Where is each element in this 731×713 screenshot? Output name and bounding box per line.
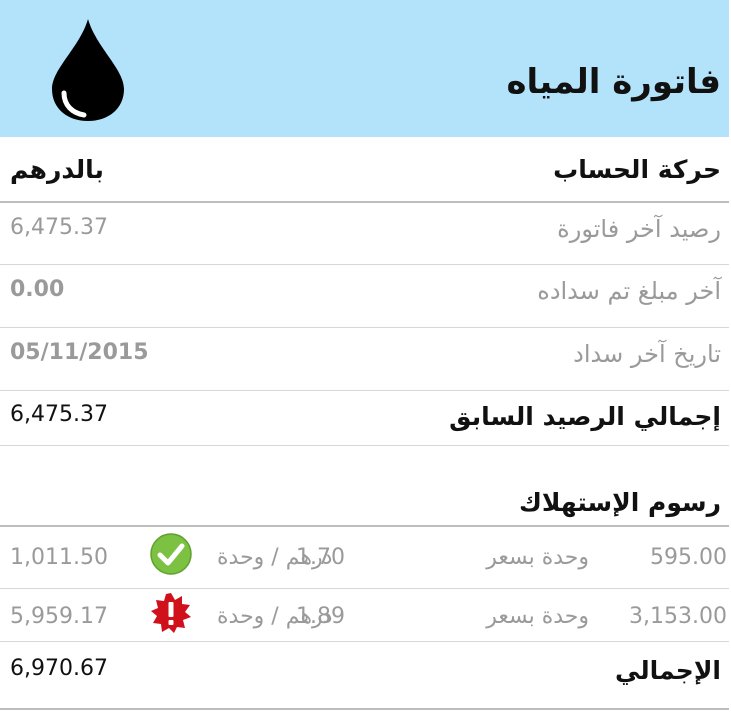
tier-amount: 5,959.17: [10, 604, 108, 629]
tier-unit-label: درهم / وحدة: [217, 604, 333, 629]
divider: [0, 708, 729, 710]
divider: [0, 264, 729, 265]
divider: [0, 390, 729, 391]
alert-badge-icon: [151, 593, 191, 633]
divider: [0, 327, 729, 328]
account-heading: حركة الحساب: [553, 155, 721, 184]
tier-units: 595.00: [650, 545, 727, 570]
table-row: 595.00 وحدة بسعر 1.70 درهم / وحدة 1,011.…: [0, 528, 729, 588]
page-title: فاتورة المياه: [506, 62, 721, 102]
water-drop-icon: [52, 19, 124, 121]
consumption-total: الإجمالي 6,970.67: [0, 656, 729, 696]
list-item: رصيد آخر فاتورة 6,475.37: [0, 215, 729, 255]
total-label: الإجمالي: [614, 656, 721, 685]
divider: [0, 641, 729, 642]
divider: [0, 201, 729, 203]
divider: [0, 525, 729, 527]
tier-unit-label: درهم / وحدة: [217, 545, 333, 570]
list-item: تاريخ آخر سداد 05/11/2015: [0, 340, 729, 380]
tier-rate-label: وحدة بسعر: [486, 604, 589, 629]
currency-label: بالدرهم: [10, 155, 104, 184]
tier-amount: 1,011.50: [10, 545, 108, 570]
total-value: 6,475.37: [10, 402, 108, 427]
list-item: آخر مبلغ تم سداده 0.00: [0, 277, 729, 317]
divider: [0, 588, 729, 589]
tier-units: 3,153.00: [629, 604, 727, 629]
row-value: 6,475.37: [10, 215, 108, 240]
tier-rate-label: وحدة بسعر: [486, 545, 589, 570]
check-icon: [150, 533, 192, 575]
row-label: رصيد آخر فاتورة: [557, 215, 721, 243]
consumption-heading: رسوم الإستهلاك: [518, 488, 721, 517]
consumption-section-heading: رسوم الإستهلاك: [0, 488, 729, 526]
total-value: 6,970.67: [10, 656, 108, 681]
account-section-heading: حركة الحساب بالدرهم: [0, 155, 729, 195]
row-label: آخر مبلغ تم سداده: [537, 277, 721, 305]
row-value: 05/11/2015: [10, 340, 149, 365]
total-label: إجمالي الرصيد السابق: [449, 402, 721, 431]
previous-balance-total: إجمالي الرصيد السابق 6,475.37: [0, 402, 729, 442]
divider: [0, 445, 729, 446]
row-value: 0.00: [10, 277, 65, 302]
row-label: تاريخ آخر سداد: [573, 340, 721, 368]
header-banner: فاتورة المياه: [0, 0, 729, 137]
